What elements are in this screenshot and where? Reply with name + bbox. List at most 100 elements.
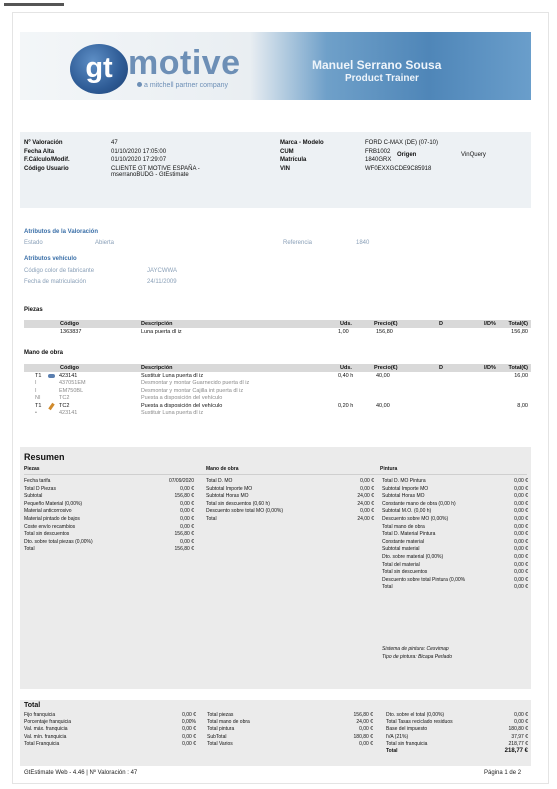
info-label: VIN (280, 165, 291, 172)
atributos-vehiculo-title: Atributos vehículo (24, 256, 77, 262)
resumen-value: 156,80 € (174, 531, 194, 538)
logo-tagline: a mitchell partner company (137, 82, 228, 89)
resumen-label: Total (24, 546, 35, 553)
col-header-total: Total(€) (508, 321, 528, 327)
resumen-value: 0,00 € (180, 516, 194, 522)
pieza-total: 156,80 (511, 329, 528, 335)
resumen-value: 0,00 € (514, 493, 528, 500)
total-label: Total piezas (207, 712, 234, 718)
info-label: F.Cálculo/Modif. (24, 157, 70, 163)
resumen-label: Subtotal M.O. (0,00 h) (382, 508, 432, 515)
resumen-label: Descuento sobre total Pintura (0,00% (382, 576, 466, 583)
info-value: 1840GRX (365, 157, 392, 163)
resumen-value: 0,00 € (180, 500, 194, 507)
total-value: 156,80 € (353, 712, 373, 718)
total-value: 24,00 € (356, 719, 373, 726)
resumen-value: 0,00 € (514, 538, 528, 545)
resumen-mano-title: Mano de obra (206, 466, 239, 472)
info-label: Fecha Alta (24, 148, 55, 155)
mano-tipo: I (35, 380, 37, 387)
tagline-dot-icon (137, 82, 142, 87)
resumen-label: Material anticorrosivo (24, 508, 72, 515)
col-header-codigo: Código (60, 365, 79, 371)
estado-value: Abierta (95, 240, 115, 246)
mano-obra-table-header (24, 364, 531, 372)
resumen-label: Constante material (382, 538, 424, 545)
total-value: 218,77 € (508, 740, 528, 747)
resumen-label: Subtotal Importe MO (206, 485, 253, 492)
top-tab-indicator (4, 3, 64, 6)
resumen-label: Subtotal Horas MO (206, 493, 249, 500)
piezas-table-header (24, 320, 531, 328)
footer-left: GtEstimate Web - 4.46 | Nº Valoración : … (24, 770, 138, 776)
total-label: IVA (21%) (386, 733, 409, 740)
resumen-value: 0,00 € (514, 561, 528, 568)
col-header-precio: Precio(€) (374, 365, 398, 371)
total-box (20, 700, 531, 766)
col-header-d: D (439, 365, 443, 371)
col-header-uds: Uds. (340, 365, 352, 371)
mano-codigo: 423141 (59, 373, 78, 379)
resumen-title: Resumen (24, 452, 65, 462)
fecha-matriculacion-label: Fecha de matriculación (24, 279, 87, 285)
total-label: Total sin franquicia (386, 740, 428, 747)
pieza-precio: 156,80 (376, 329, 393, 335)
atributos-valoracion-title: Atributos de la Valoración (24, 229, 99, 235)
mano-uds: 0,20 h (338, 402, 354, 409)
color-label: Código color de fabricante (24, 268, 95, 274)
resumen-label: Total D. Material Pintura (382, 531, 436, 538)
resumen-value: 0,00 € (514, 485, 528, 492)
resumen-value: 24,00 € (357, 493, 374, 500)
resumen-value: 0,00 € (180, 508, 194, 515)
trainer-name: Manuel Serrano Sousa (312, 58, 442, 72)
info-value: 01/10/2020 17:29:07 (111, 157, 167, 163)
resumen-label: Total D. MO (206, 478, 233, 484)
referencia-label: Referencia (283, 240, 313, 246)
resumen-value: 0,00 € (180, 523, 194, 530)
total-label: SubTotal (207, 733, 227, 740)
resumen-label: Total sin descuentos (24, 531, 70, 538)
resumen-label: Total sin descuentos (0,60 h) (206, 500, 270, 507)
resumen-label: Subtotal material (382, 546, 420, 553)
resumen-value: 0,00 € (514, 546, 528, 553)
resumen-divider (24, 474, 527, 475)
info-value: 47 (111, 140, 118, 146)
resumen-label: Descuento sobre MO (0,00%) (382, 516, 449, 522)
total-value: 0,00 € (182, 733, 196, 740)
resumen-pintura-title: Pintura (380, 466, 398, 472)
total-value: 0,00 € (514, 712, 528, 718)
total-label: Base del impuesto (386, 726, 428, 733)
resumen-value: 07/09/2020 (168, 478, 194, 484)
mano-descripcion: Puesta a disposición del vehículo (141, 402, 223, 409)
mano-total: 8,00 (517, 402, 528, 409)
info-value: mserranoBUDG - GtEstimate (111, 172, 189, 178)
resumen-label: Total (382, 584, 393, 591)
resumen-label: Dto. sobre material (0,00%) (382, 554, 444, 560)
resumen-label: Constante mano de obra (0,00 h) (382, 500, 456, 507)
mano-uds: 0,40 h (338, 373, 354, 379)
resumen-value: 0,00 € (514, 500, 528, 507)
total-value: 218,77 € (504, 748, 528, 754)
mano-descripcion: Desmontar y montar Cajilla int puerta dl… (141, 387, 244, 394)
resumen-value: 0,00 € (514, 478, 528, 484)
pieza-uds: 1,00 (338, 329, 349, 335)
resumen-value: 0,00 € (360, 485, 374, 492)
valuation-info-box (20, 132, 531, 208)
mano-descripcion: Sustituir Luna puerta dl iz (141, 410, 204, 416)
total-value: 37,97 € (511, 733, 528, 740)
pieza-codigo: 1363837 (60, 329, 82, 335)
col-header-descripcion: Descripción (141, 321, 173, 327)
mano-tipo: I (35, 387, 37, 394)
total-value: 180,80 € (508, 726, 528, 733)
resumen-label: Total del material (382, 561, 420, 568)
resumen-value: 0,00 € (514, 569, 528, 576)
resumen-value: 0,00 € (514, 576, 528, 583)
mano-descripcion: Puesta a disposición del vehículo (141, 395, 223, 402)
sistema-pintura: Sistema de pintura: Cesvimap (382, 646, 449, 652)
estado-label: Estado (24, 240, 43, 246)
resumen-piezas-title: Piezas (24, 466, 40, 472)
total-label: Total (386, 748, 398, 754)
resumen-label: Total mano de obra (382, 523, 425, 530)
resumen-label: Coste envío recambios (24, 523, 76, 530)
resumen-label: Total D Piezas (24, 485, 56, 492)
